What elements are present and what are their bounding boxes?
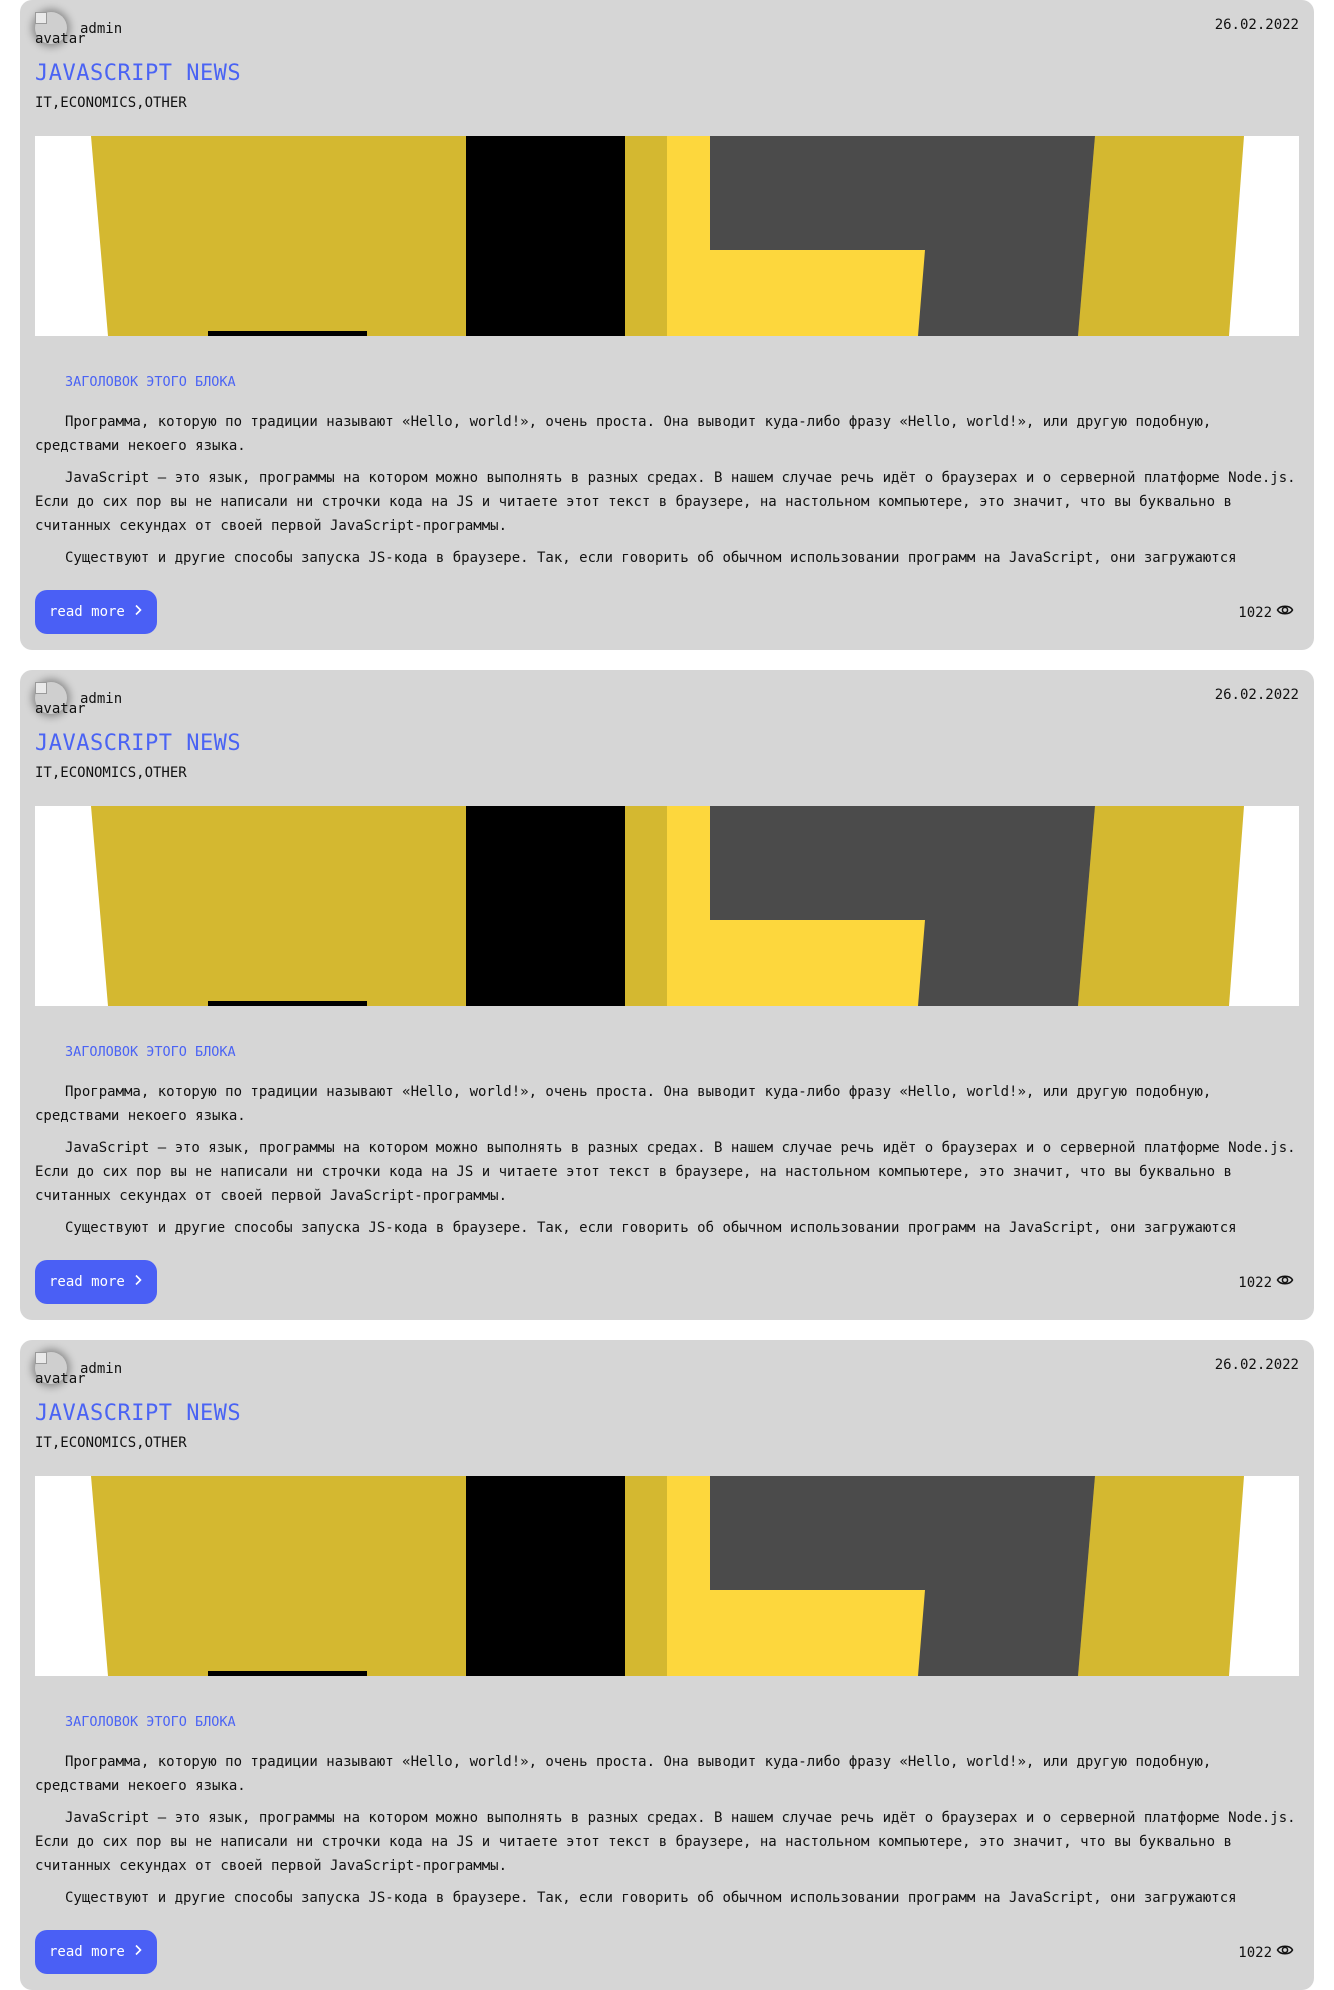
paragraph: JavaScript — это язык, программы на кото… [35, 1140, 1296, 1204]
read-more-label: read more [49, 604, 125, 620]
block-heading: ЗАГОЛОВОК ЭТОГО БЛОКА [65, 1044, 236, 1060]
post-title[interactable]: JAVASCRIPT NEWS [35, 730, 241, 758]
author-name[interactable]: admin [80, 690, 122, 708]
paragraph: Программа, которую по традиции называют … [35, 1084, 1212, 1124]
cover-image [35, 136, 1299, 336]
read-more-button[interactable]: read more [35, 1260, 157, 1304]
view-count: 1022 [1238, 603, 1294, 622]
view-count: 1022 [1238, 1943, 1294, 1962]
view-count-value: 1022 [1238, 1944, 1272, 1961]
post-tags: IT,ECONOMICS,OTHER [35, 765, 187, 781]
post-excerpt: Программа, которую по традиции называют … [35, 1080, 1299, 1238]
paragraph: Программа, которую по традиции называют … [35, 1754, 1212, 1794]
paragraph: JavaScript — это язык, программы на кото… [35, 470, 1296, 534]
paragraph: JavaScript — это язык, программы на кото… [35, 1810, 1296, 1874]
read-more-button[interactable]: read more [35, 1930, 157, 1974]
block-heading: ЗАГОЛОВОК ЭТОГО БЛОКА [65, 374, 236, 390]
avatar[interactable]: avatar [35, 682, 86, 716]
read-more-button[interactable]: read more [35, 590, 157, 634]
post-tags: IT,ECONOMICS,OTHER [35, 95, 187, 111]
cover-image [35, 806, 1299, 1006]
avatar-alt-text: avatar [35, 1371, 86, 1387]
broken-image-icon [35, 682, 47, 694]
view-count-value: 1022 [1238, 604, 1272, 621]
avatar[interactable]: avatar [35, 1352, 86, 1386]
post-title[interactable]: JAVASCRIPT NEWS [35, 1400, 241, 1428]
view-count: 1022 [1238, 1273, 1294, 1292]
post-tags: IT,ECONOMICS,OTHER [35, 1435, 187, 1451]
post-excerpt: Программа, которую по традиции называют … [35, 1750, 1299, 1908]
avatar[interactable]: avatar [35, 12, 86, 46]
broken-image-icon [35, 1352, 47, 1364]
post-card: avatar admin 26.02.2022 JAVASCRIPT NEWS … [20, 670, 1314, 1320]
view-count-value: 1022 [1238, 1274, 1272, 1291]
read-more-label: read more [49, 1944, 125, 1960]
avatar-alt-text: avatar [35, 31, 86, 47]
post-excerpt: Программа, которую по традиции называют … [35, 410, 1299, 568]
paragraph: Программа, которую по традиции называют … [35, 414, 1212, 454]
author-name[interactable]: admin [80, 1360, 122, 1378]
paragraph: Существуют и другие способы запуска JS-к… [65, 1890, 1237, 1906]
post-date: 26.02.2022 [1214, 17, 1299, 33]
post-title[interactable]: JAVASCRIPT NEWS [35, 60, 241, 88]
read-more-label: read more [49, 1274, 125, 1290]
eye-icon [1276, 1943, 1294, 1962]
chevron-right-icon [133, 604, 143, 620]
author-name[interactable]: admin [80, 20, 122, 38]
post-card: avatar admin 26.02.2022 JAVASCRIPT NEWS … [20, 0, 1314, 650]
eye-icon [1276, 603, 1294, 622]
block-heading: ЗАГОЛОВОК ЭТОГО БЛОКА [65, 1714, 236, 1730]
post-feed: avatar admin 26.02.2022 JAVASCRIPT NEWS … [0, 0, 1334, 1990]
paragraph: Существуют и другие способы запуска JS-к… [65, 1220, 1237, 1236]
post-card: avatar admin 26.02.2022 JAVASCRIPT NEWS … [20, 1340, 1314, 1990]
cover-image [35, 1476, 1299, 1676]
avatar-alt-text: avatar [35, 701, 86, 717]
post-date: 26.02.2022 [1214, 1357, 1299, 1373]
chevron-right-icon [133, 1274, 143, 1290]
chevron-right-icon [133, 1944, 143, 1960]
eye-icon [1276, 1273, 1294, 1292]
post-date: 26.02.2022 [1214, 687, 1299, 703]
broken-image-icon [35, 12, 47, 24]
paragraph: Существуют и другие способы запуска JS-к… [65, 550, 1237, 566]
